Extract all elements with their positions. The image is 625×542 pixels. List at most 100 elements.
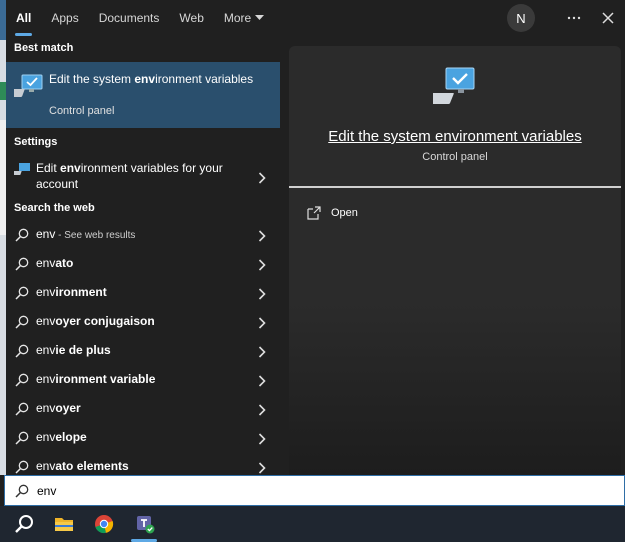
chevron-right-icon[interactable] <box>258 287 268 300</box>
chevron-right-icon[interactable] <box>258 461 268 474</box>
tab-apps-label: Apps <box>51 11 79 25</box>
tab-web-label: Web <box>179 11 204 25</box>
web-result-item[interactable]: environment variable <box>6 365 280 394</box>
best-match-title-match: env <box>134 72 156 86</box>
avatar-initial: N <box>516 10 526 26</box>
section-title-best-match: Best match <box>14 42 74 54</box>
web-result-item[interactable]: envato elements <box>6 452 280 475</box>
chevron-right-icon[interactable] <box>258 374 268 387</box>
system-computer-icon <box>6 72 46 102</box>
section-title-settings: Settings <box>14 136 58 148</box>
open-button[interactable]: Open <box>307 203 358 223</box>
chevron-right-icon[interactable] <box>258 403 268 416</box>
search-icon <box>15 460 29 474</box>
tab-more-label: More <box>223 11 252 25</box>
web-result-item[interactable]: envoyer conjugaison <box>6 307 280 336</box>
divider <box>289 186 621 188</box>
web-result-typed: env <box>36 430 56 444</box>
tab-all[interactable]: All <box>6 0 41 36</box>
web-result-label: envoyer <box>36 401 81 415</box>
web-result-completion: ato <box>55 256 74 270</box>
tab-documents-label: Documents <box>98 11 160 25</box>
search-icon <box>15 373 29 387</box>
web-result-label: environment variable <box>36 372 155 386</box>
web-result-completion: ato elements <box>55 459 129 473</box>
search-icon <box>15 431 29 445</box>
search-input[interactable] <box>37 480 597 502</box>
chevron-right-icon[interactable] <box>258 432 268 445</box>
chevron-right-icon[interactable] <box>258 316 268 329</box>
web-result-label: envelope <box>36 430 87 444</box>
open-label: Open <box>331 207 358 219</box>
web-result-typed: env <box>36 343 56 357</box>
best-match-title: Edit the system environment variables <box>49 71 259 87</box>
chrome-icon[interactable] <box>88 510 120 538</box>
chevron-down-icon <box>255 15 265 21</box>
taskbar <box>0 506 625 542</box>
web-result-completion: ironment <box>55 285 107 299</box>
web-result-item[interactable]: envoyer <box>6 394 280 423</box>
file-explorer-icon[interactable] <box>48 510 80 538</box>
web-result-label: envoyer conjugaison <box>36 314 155 328</box>
web-result-label: env - See web results <box>36 227 135 241</box>
web-result-completion: ie de plus <box>55 343 111 357</box>
setting-label-start: Edit <box>36 161 61 175</box>
chevron-right-icon[interactable] <box>258 229 268 242</box>
web-result-label: envato <box>36 256 73 270</box>
open-external-icon <box>307 206 321 220</box>
preview-title[interactable]: Edit the system environment variables <box>289 128 621 145</box>
best-match-item[interactable]: Edit the system environment variables Co… <box>6 62 280 128</box>
search-icon <box>15 484 29 498</box>
web-result-typed: env <box>36 314 56 328</box>
system-computer-icon <box>425 66 479 110</box>
search-icon[interactable] <box>8 510 40 538</box>
web-result-typed: env <box>36 256 56 270</box>
web-result-item[interactable]: envelope <box>6 423 280 452</box>
tab-documents[interactable]: Documents <box>89 0 170 36</box>
chevron-right-icon[interactable] <box>258 345 268 358</box>
web-result-suffix: - See web results <box>55 230 136 241</box>
setting-env-vars-account[interactable]: Edit environment variables for your acco… <box>6 156 280 196</box>
web-result-completion: oyer <box>55 401 81 415</box>
search-icon <box>15 228 29 242</box>
web-result-typed: env <box>36 459 56 473</box>
web-result-typed: env <box>36 401 56 415</box>
web-result-completion: ironment variable <box>55 372 156 386</box>
web-result-typed: env <box>36 285 56 299</box>
section-title-search-web: Search the web <box>14 202 95 214</box>
web-result-label: environment <box>36 285 107 299</box>
avatar[interactable]: N <box>507 4 535 32</box>
web-result-typed: env <box>36 227 56 241</box>
tab-more[interactable]: More <box>214 0 274 36</box>
setting-label: Edit environment variables for your acco… <box>36 160 236 192</box>
tab-web[interactable]: Web <box>169 0 213 36</box>
close-icon[interactable] <box>591 0 625 36</box>
search-icon <box>15 286 29 300</box>
web-result-completion: oyer conjugaison <box>55 314 155 328</box>
setting-label-match: env <box>60 161 81 175</box>
results-panel: Best match Edit the system environment v… <box>6 36 280 475</box>
web-result-item[interactable]: envato <box>6 249 280 278</box>
web-result-label: envato elements <box>36 459 129 473</box>
settings-computer-icon <box>10 162 32 178</box>
search-icon <box>15 315 29 329</box>
web-result-item[interactable]: env - See web results <box>6 220 280 249</box>
best-match-subtitle: Control panel <box>49 105 115 117</box>
best-match-title-start: Edit the system <box>49 72 135 86</box>
web-result-item[interactable]: envie de plus <box>6 336 280 365</box>
preview-panel: Edit the system environment variables Co… <box>289 46 621 475</box>
web-results-list: env - See web results envato environment en… <box>6 220 280 475</box>
search-box[interactable] <box>4 475 625 506</box>
web-result-typed: env <box>36 372 56 386</box>
web-result-item[interactable]: environment <box>6 278 280 307</box>
search-icon <box>15 402 29 416</box>
chevron-right-icon[interactable] <box>258 171 268 184</box>
tab-all-label: All <box>16 11 32 25</box>
teams-icon[interactable] <box>128 510 160 538</box>
web-result-completion: elope <box>55 430 87 444</box>
search-icon <box>15 257 29 271</box>
chevron-right-icon[interactable] <box>258 258 268 271</box>
tab-apps[interactable]: Apps <box>41 0 88 36</box>
more-options-icon[interactable] <box>557 0 591 36</box>
start-search-window: All Apps Documents Web More N Best match <box>0 0 625 542</box>
